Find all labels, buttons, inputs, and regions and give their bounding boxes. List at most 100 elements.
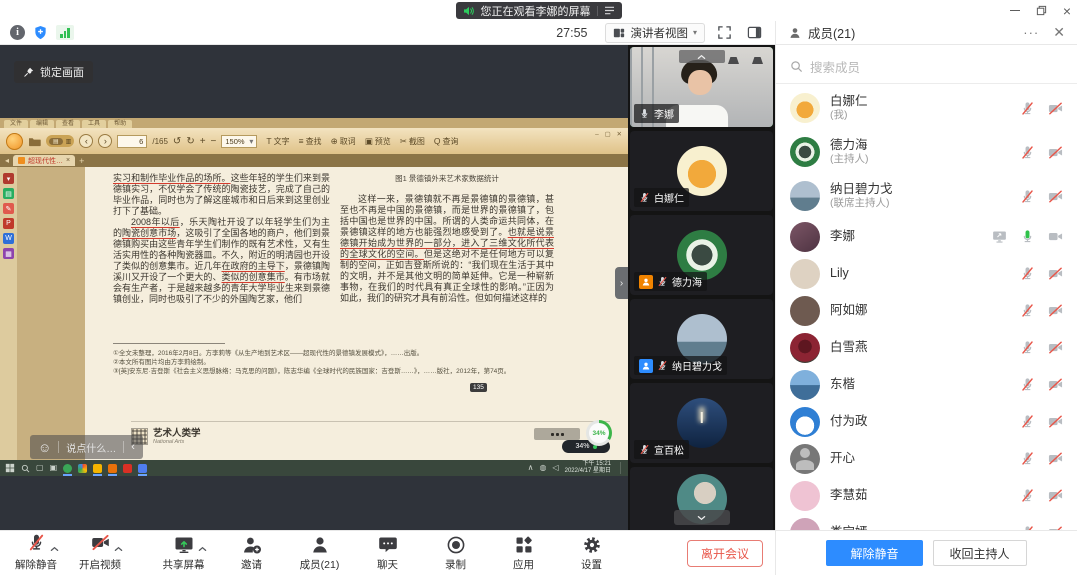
previous-page-button[interactable]: ‹ [79, 134, 93, 148]
menu-icon[interactable] [604, 6, 615, 15]
reader-tool-button[interactable]: Q查询 [434, 136, 459, 147]
member-row[interactable]: 开心 [790, 440, 1063, 477]
chat-placeholder[interactable]: 说点什么… [66, 440, 116, 455]
close-panel-icon[interactable]: ✕ [1053, 24, 1065, 41]
collapse-videos-button[interactable] [679, 50, 725, 63]
camera-icon[interactable] [1048, 488, 1063, 503]
camera-icon[interactable] [1048, 101, 1063, 116]
video-tile[interactable]: 白娜仁 [630, 131, 773, 211]
reader-app-icon[interactable] [108, 464, 117, 473]
floating-assistant-pill[interactable] [534, 428, 580, 440]
members-button[interactable]: 成员(21) [298, 535, 342, 572]
file-explorer-icon[interactable] [93, 464, 102, 473]
mic-icon[interactable] [1020, 488, 1035, 503]
mic-icon[interactable] [1020, 229, 1035, 244]
zoom-level-select[interactable]: 150%▾ [221, 135, 257, 148]
search-members-input[interactable]: 搜索成员 [790, 53, 1063, 79]
video-tile[interactable] [630, 467, 773, 530]
share-screen-button[interactable]: 共享屏幕 [162, 535, 206, 572]
camera-icon[interactable] [1048, 229, 1063, 244]
mic-icon[interactable] [1020, 303, 1035, 318]
member-row[interactable]: Lily [790, 255, 1063, 292]
minimize-button[interactable] [1010, 10, 1020, 12]
member-row[interactable]: 付为政 [790, 403, 1063, 440]
page-mode-toggle[interactable]: ▤▥ [46, 135, 74, 147]
side-panel-toggle-button[interactable] [743, 23, 765, 43]
reader-tool-button[interactable]: ≡查找 [299, 136, 322, 147]
member-row[interactable]: 李慧茹 [790, 477, 1063, 514]
taskbar-clock[interactable]: 下午 15:21 2022/4/17 星期日 [565, 461, 611, 475]
camera-icon[interactable] [1048, 525, 1063, 530]
page-number-input[interactable]: 6 [117, 135, 147, 148]
memory-usage-ring[interactable]: 34% [586, 420, 612, 446]
member-row[interactable]: 白娜仁 (我) [790, 86, 1063, 130]
reader-menu-tab[interactable]: 工具 [82, 120, 106, 128]
word-export-icon[interactable]: W [3, 233, 14, 244]
network-signal-icon[interactable] [56, 25, 74, 40]
lock-view-button[interactable]: 锁定画面 [14, 61, 93, 83]
taskbar-pinned-icon[interactable]: ▣ [50, 464, 58, 472]
camera-icon[interactable] [1048, 340, 1063, 355]
mic-icon[interactable] [1020, 414, 1035, 429]
start-video-button[interactable]: 开启视频 [78, 535, 122, 572]
reader-menu-tab[interactable]: 编辑 [30, 120, 54, 128]
member-row[interactable]: 娄宝嫣 [790, 514, 1063, 530]
chat-button[interactable]: 聊天 [366, 535, 410, 572]
mic-icon[interactable] [1020, 340, 1035, 355]
panel-unmute-button[interactable]: 解除静音 [826, 540, 922, 566]
zoom-in-icon[interactable]: + [200, 136, 206, 147]
powerpoint-app-icon[interactable] [123, 464, 132, 473]
camera-icon[interactable] [1048, 189, 1063, 204]
apps-button[interactable]: 应用 [502, 535, 546, 572]
mic-icon[interactable] [1020, 525, 1035, 530]
member-row[interactable]: 白雪燕 [790, 329, 1063, 366]
reader-tool-button[interactable]: ⊕取词 [331, 136, 356, 147]
mic-icon[interactable] [1020, 101, 1035, 116]
meeting-app-icon[interactable] [138, 464, 147, 473]
reader-tool-button[interactable]: T文字 [266, 136, 289, 147]
taskbar-search-icon[interactable] [21, 464, 30, 473]
invite-button[interactable]: 邀请 [230, 535, 274, 572]
video-tile[interactable]: 李娜 [630, 47, 773, 127]
notes-icon[interactable]: ✎ [3, 203, 14, 214]
fullscreen-button[interactable] [713, 23, 735, 43]
unmute-button[interactable]: 解除静音 [14, 535, 58, 572]
reader-window-controls[interactable]: – ▢ ✕ [595, 130, 624, 138]
reader-tool-button[interactable]: ▣预览 [365, 136, 391, 147]
next-page-button[interactable]: › [98, 134, 112, 148]
close-tab-icon[interactable]: × [66, 157, 70, 164]
bookmarks-icon[interactable]: ▾ [3, 173, 14, 184]
mic-icon[interactable] [1020, 377, 1035, 392]
settings-button[interactable]: 设置 [570, 535, 614, 572]
member-row[interactable]: 李娜 [790, 218, 1063, 255]
browser-app-icon[interactable] [63, 464, 72, 473]
new-tab-icon[interactable]: + [79, 156, 84, 166]
mic-icon[interactable] [1020, 145, 1035, 160]
open-folder-icon[interactable] [28, 136, 41, 147]
video-options-chevron[interactable] [114, 539, 123, 557]
share-options-chevron[interactable] [198, 539, 207, 557]
rotate-right-icon[interactable]: ↻ [186, 136, 194, 147]
collapse-chat-icon[interactable]: ‹ [131, 441, 135, 453]
watching-screen-pill[interactable]: 您正在观看李娜的屏幕 [456, 2, 622, 19]
member-row[interactable]: 阿如娜 [790, 292, 1063, 329]
restore-button[interactable] [1036, 5, 1047, 16]
tab-scroll-left-icon[interactable]: ◂ [5, 156, 9, 165]
quick-chat-overlay[interactable]: ☺ 说点什么… ‹ [30, 435, 143, 459]
video-tile[interactable]: 纳日碧力戈 [630, 299, 773, 379]
expand-videos-button[interactable] [674, 510, 730, 525]
mic-icon[interactable] [1020, 189, 1035, 204]
outline-icon[interactable]: ▤ [3, 188, 14, 199]
security-shield-icon[interactable] [33, 25, 48, 40]
zoom-out-icon[interactable]: − [211, 136, 217, 147]
mic-icon[interactable] [1020, 266, 1035, 281]
rotate-left-icon[interactable]: ↺ [173, 136, 181, 147]
document-tab[interactable]: 超现代性… × [13, 155, 75, 166]
image-export-icon[interactable]: ▦ [3, 248, 14, 259]
reader-menu-tab[interactable]: 文件 [4, 120, 28, 128]
more-options-icon[interactable]: ··· [1023, 25, 1039, 40]
expand-sidebar-handle[interactable]: › [615, 267, 628, 299]
mic-icon[interactable] [1020, 451, 1035, 466]
video-tile[interactable]: 德力海 [630, 215, 773, 295]
camera-icon[interactable] [1048, 414, 1063, 429]
